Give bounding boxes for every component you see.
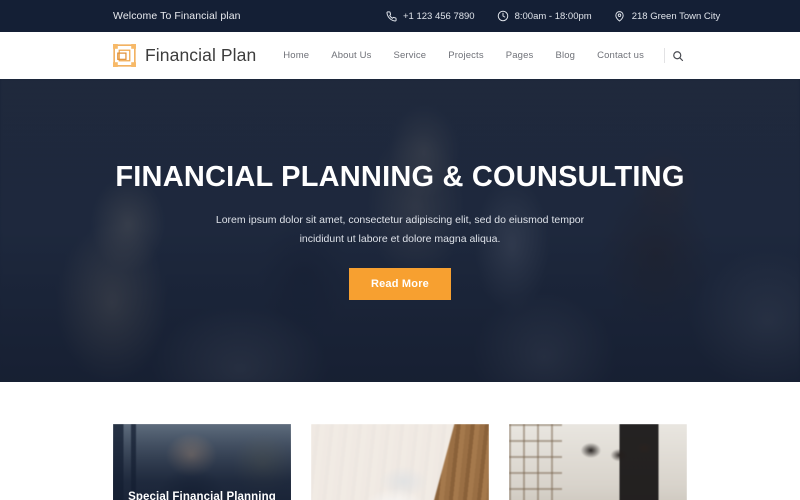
read-more-button[interactable]: Read More [348,268,452,301]
cards-row: Special Financial Planning The wise man … [113,424,687,500]
hero-banner: FINANCIAL PLANNING & COUNSULTING Lorem i… [0,79,800,382]
feature-card-3-photo [509,424,687,500]
location-icon [614,10,626,22]
hero-subtitle: Lorem ipsum dolor sit amet, consectetur … [215,214,585,245]
feature-card-1[interactable]: Special Financial Planning The wise man … [113,424,291,500]
brand-name: Financial Plan [145,45,257,65]
welcome-message: Welcome To Financial plan [113,10,241,22]
nav-links: Home About Us Service Projects Pages Blo… [272,32,687,79]
nav-item-contact-us[interactable]: Contact us [586,50,655,61]
feature-card-1-title: Special Financial Planning [128,490,276,500]
logo-square-icon [113,44,136,67]
hours-info: 8:00am - 18:00pm [497,10,592,22]
feature-card-2[interactable] [311,424,489,500]
feature-card-1-body: Special Financial Planning The wise man … [113,491,291,500]
hero-content: FINANCIAL PLANNING & COUNSULTING Lorem i… [0,79,800,382]
top-bar-contact-group: +1 123 456 7890 8:00am - 18:00pm 218 Gre… [385,0,720,32]
phone-info[interactable]: +1 123 456 7890 [385,10,475,22]
hero-title: FINANCIAL PLANNING & COUNSULTING [115,161,685,193]
features-section: Special Financial Planning The wise man … [0,382,800,500]
clock-icon [497,10,509,22]
main-navigation-bar: Financial Plan Home About Us Service Pro… [0,32,800,79]
phone-number: +1 123 456 7890 [403,10,475,22]
search-icon[interactable] [669,47,687,65]
nav-divider [664,48,665,63]
nav-item-service[interactable]: Service [383,50,438,61]
address-info: 218 Green Town City [614,10,721,22]
brand-logo[interactable]: Financial Plan [113,44,256,67]
nav-item-home[interactable]: Home [272,50,320,61]
nav-item-projects[interactable]: Projects [437,50,495,61]
feature-card-2-photo [311,424,489,500]
opening-hours: 8:00am - 18:00pm [514,10,592,22]
address-text: 218 Green Town City [631,10,721,22]
phone-icon [385,10,397,22]
nav-item-pages[interactable]: Pages [495,50,545,61]
top-bar: Welcome To Financial plan +1 123 456 789… [0,0,800,32]
nav-item-blog[interactable]: Blog [544,50,586,61]
feature-card-3[interactable] [509,424,687,500]
feature-card-1-overlay [113,424,291,500]
nav-item-about-us[interactable]: About Us [320,50,382,61]
